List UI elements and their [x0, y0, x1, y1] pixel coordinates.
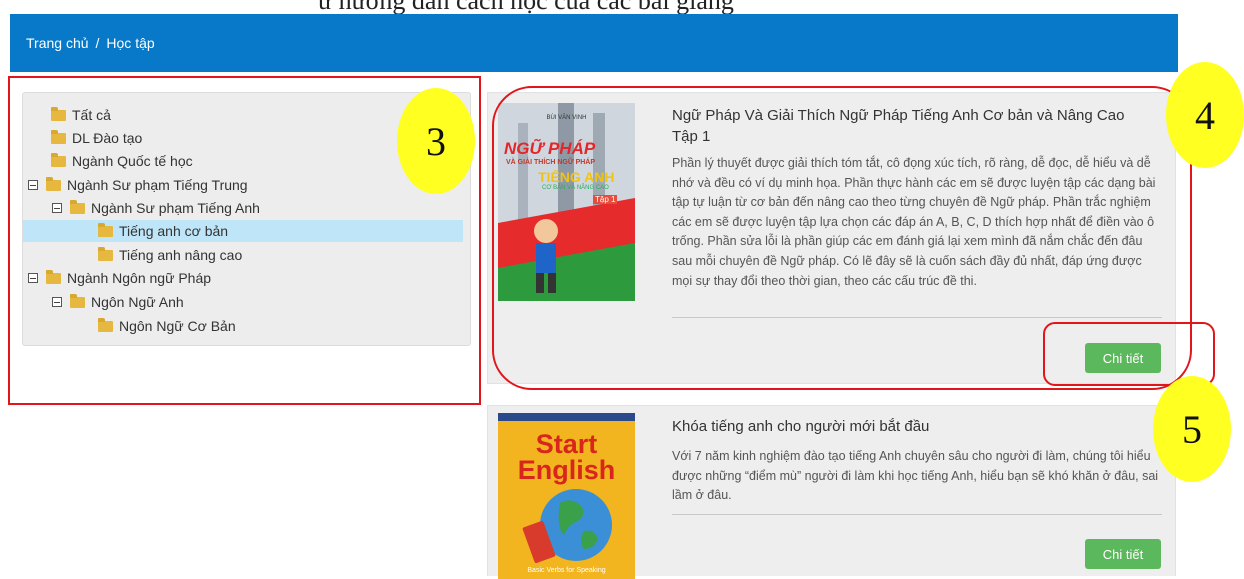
tree-item-tat-ca[interactable]: Tất cả: [51, 104, 111, 126]
header-bar: Trang chủ / Học tập: [10, 14, 1178, 72]
tree-item-label: Ngôn Ngữ Anh: [91, 294, 184, 310]
course-card: Start English Basic Verbs for Speaking K…: [487, 405, 1176, 579]
folder-icon: [70, 199, 85, 214]
cover-footer: Basic Verbs for Speaking: [527, 567, 606, 574]
tree-item-label: Ngành Sư phạm Tiếng Anh: [91, 200, 260, 216]
tree-item-tieng-anh-nang-cao[interactable]: Tiếng anh nâng cao: [98, 244, 242, 266]
book-cover-image[interactable]: Start English Basic Verbs for Speaking: [498, 413, 635, 579]
cover-title-line: VÀ GIẢI THÍCH NGỮ PHÁP: [506, 159, 596, 166]
course-description: Phần lý thuyết được giải thích tóm tắt, …: [672, 156, 1156, 288]
divider: [672, 514, 1162, 515]
folder-icon: [98, 317, 113, 332]
course-title[interactable]: Ngữ Pháp Và Giải Thích Ngữ Pháp Tiếng An…: [672, 105, 1152, 147]
tree-item-label: Ngôn Ngữ Cơ Bản: [119, 318, 236, 334]
folder-icon: [51, 152, 66, 167]
folder-icon: [98, 222, 113, 237]
breadcrumb: Trang chủ / Học tập: [26, 35, 155, 51]
tree-item-su-pham-tieng-trung[interactable]: Ngành Sư phạm Tiếng Trung: [28, 174, 248, 196]
folder-icon: [98, 246, 113, 261]
cover-title-line: Start: [535, 429, 598, 459]
cover-title-line: CƠ BẢN VÀ NÂNG CAO: [542, 185, 609, 191]
course-title[interactable]: Khóa tiếng anh cho người mới bắt đầu: [672, 416, 1152, 437]
tree-item-label: Ngành Quốc tế học: [72, 153, 193, 169]
tree-item-ngon-ngu-phap[interactable]: Ngành Ngôn ngữ Pháp: [28, 267, 211, 289]
annotation-badge-3: 3: [397, 88, 475, 194]
collapse-toggle-icon[interactable]: [28, 273, 38, 283]
collapse-toggle-icon[interactable]: [52, 203, 62, 213]
document-text-fragment: ừ hướng dẫn cách học của các bài giảng: [0, 0, 1244, 14]
book-cover-image[interactable]: BÙI VĂN VINH NGỮ PHÁP VÀ GIẢI THÍCH NGỮ …: [498, 103, 635, 301]
folder-icon: [46, 176, 61, 191]
breadcrumb-separator: /: [95, 35, 100, 51]
tree-item-label: Ngành Ngôn ngữ Pháp: [67, 270, 212, 286]
tree-item-ngon-ngu-anh[interactable]: Ngôn Ngữ Anh: [52, 291, 184, 313]
course-description: Với 7 năm kinh nghiệm đào tạo tiếng Anh …: [672, 449, 1159, 503]
cover-title-line: Tập 1: [593, 195, 618, 204]
course-detail-button[interactable]: Chi tiết: [1085, 539, 1161, 569]
tree-item-ngon-ngu-co-ban[interactable]: Ngôn Ngữ Cơ Bản: [98, 315, 236, 337]
tree-item-quoc-te-hoc[interactable]: Ngành Quốc tế học: [51, 150, 193, 172]
folder-icon: [46, 269, 61, 284]
cover-title-line: NGỮ PHÁP: [504, 139, 596, 158]
tree-item-su-pham-tieng-anh[interactable]: Ngành Sư phạm Tiếng Anh: [52, 197, 260, 219]
annotation-badge-5: 5: [1153, 376, 1231, 482]
breadcrumb-home-link[interactable]: Trang chủ: [26, 35, 89, 51]
course-card: BÙI VĂN VINH NGỮ PHÁP VÀ GIẢI THÍCH NGỮ …: [487, 92, 1176, 384]
annotation-badge-4: 4: [1166, 62, 1244, 168]
tree-item-label: Tiếng anh nâng cao: [119, 247, 243, 263]
breadcrumb-current: Học tập: [106, 35, 155, 51]
folder-icon: [70, 293, 85, 308]
tree-item-label: DL Đào tạo: [72, 130, 143, 146]
tree-item-label: Tất cả: [72, 107, 111, 123]
cover-title-line: TIẾNG ANH: [538, 169, 615, 185]
tree-item-tieng-anh-co-ban[interactable]: Tiếng anh cơ bản: [23, 220, 463, 242]
tree-item-label: Ngành Sư phạm Tiếng Trung: [67, 177, 248, 193]
tree-item-label: Tiếng anh cơ bản: [119, 223, 229, 239]
divider: [672, 317, 1162, 318]
collapse-toggle-icon[interactable]: [52, 297, 62, 307]
folder-icon: [51, 106, 66, 121]
course-detail-button[interactable]: Chi tiết: [1085, 343, 1161, 373]
collapse-toggle-icon[interactable]: [28, 180, 38, 190]
cover-title-line: English: [517, 455, 616, 485]
tree-item-dl-dao-tao[interactable]: DL Đào tạo: [51, 127, 142, 149]
folder-icon: [51, 129, 66, 144]
cover-author: BÙI VĂN VINH: [546, 115, 587, 121]
